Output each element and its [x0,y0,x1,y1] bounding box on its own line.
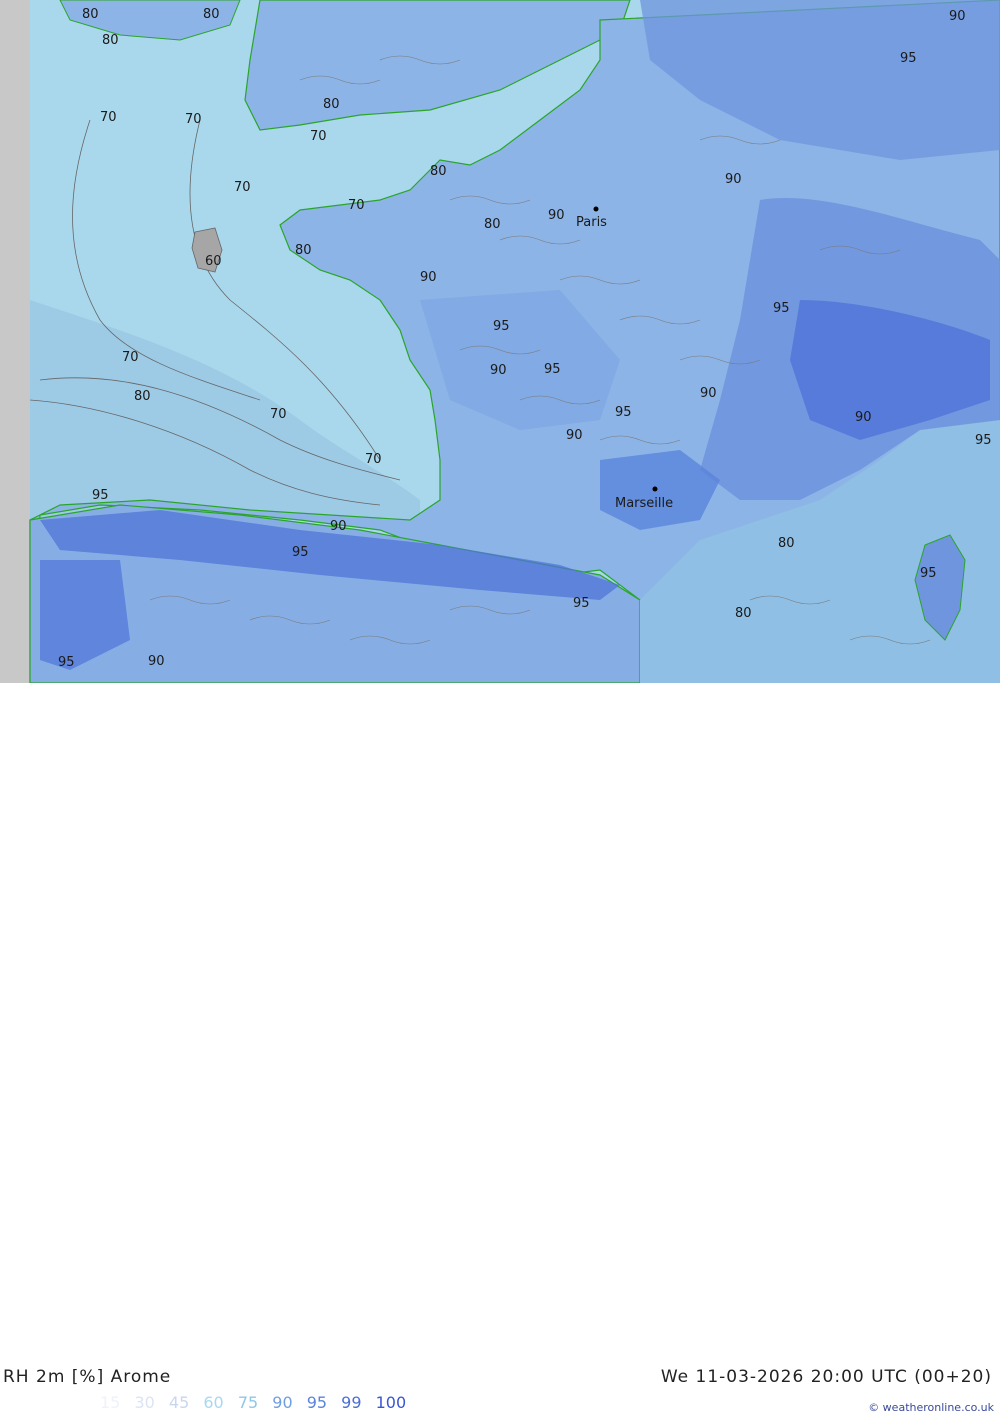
contour-label: 95 [573,596,590,611]
contour-label: 90 [566,428,583,443]
contour-label: 90 [548,208,565,223]
contour-label: 70 [348,198,365,213]
contour-label: 70 [270,407,287,422]
legend-item: 90 [272,1393,293,1412]
contour-label: 90 [420,270,437,285]
paris-marker [593,206,599,212]
legend-item: 30 [134,1393,155,1412]
map-footer: RH 2m [%] Arome We 11-03-2026 20:00 UTC … [0,683,1000,1414]
contour-label: 80 [484,217,501,232]
contour-label: 95 [773,301,790,316]
contour-label: 70 [100,110,117,125]
weather-map: Paris Marseille 80 80 80 80 80 80 80 80 … [0,0,1000,683]
legend-item: 15 [100,1393,121,1412]
city-label-marseille: Marseille [615,496,673,511]
contour-label: 95 [58,655,75,670]
contour-label: 90 [330,519,347,534]
contour-label: 80 [102,33,119,48]
rh-map-svg: Paris Marseille 80 80 80 80 80 80 80 80 … [0,0,1000,683]
contour-label: 90 [725,172,742,187]
contour-label: 90 [148,654,165,669]
contour-label: 80 [323,97,340,112]
contour-label: 80 [735,606,752,621]
contour-label: 95 [615,405,632,420]
contour-label: 80 [134,389,151,404]
contour-label: 95 [544,362,561,377]
contour-label: 60 [205,254,222,269]
contour-label: 70 [365,452,382,467]
legend-item: 60 [203,1393,224,1412]
contour-label: 95 [975,433,992,448]
map-edge-strip [0,0,30,683]
contour-label: 90 [490,363,507,378]
contour-label: 70 [122,350,139,365]
contour-label: 70 [185,112,202,127]
copyright-link[interactable]: © weatheronline.co.uk [868,1401,994,1414]
map-title: RH 2m [%] Arome [3,1367,172,1387]
contour-label: 80 [203,7,220,22]
contour-label: 80 [778,536,795,551]
legend-item: 75 [237,1393,259,1412]
legend-item: 99 [341,1393,362,1412]
legend-item: 95 [306,1393,328,1412]
contour-label: 80 [82,7,99,22]
contour-label: 95 [292,545,309,560]
city-label-paris: Paris [576,215,607,230]
contour-label: 70 [310,129,327,144]
contour-label: 90 [949,9,966,24]
contour-label: 80 [295,243,312,258]
contour-label: 70 [234,180,251,195]
contour-label: 80 [430,164,447,179]
contour-label: 95 [493,319,510,334]
color-legend: 15 30 45 60 75 90 95 99 100 [100,1393,415,1412]
marseille-marker [652,486,658,492]
contour-label: 90 [855,410,872,425]
map-datetime: We 11-03-2026 20:00 UTC (00+20) [660,1367,992,1387]
contour-label: 95 [92,488,109,503]
contour-label: 90 [700,386,717,401]
contour-label: 95 [900,51,917,66]
legend-item: 100 [375,1393,407,1412]
contour-label: 95 [920,566,937,581]
legend-item: 45 [168,1393,190,1412]
